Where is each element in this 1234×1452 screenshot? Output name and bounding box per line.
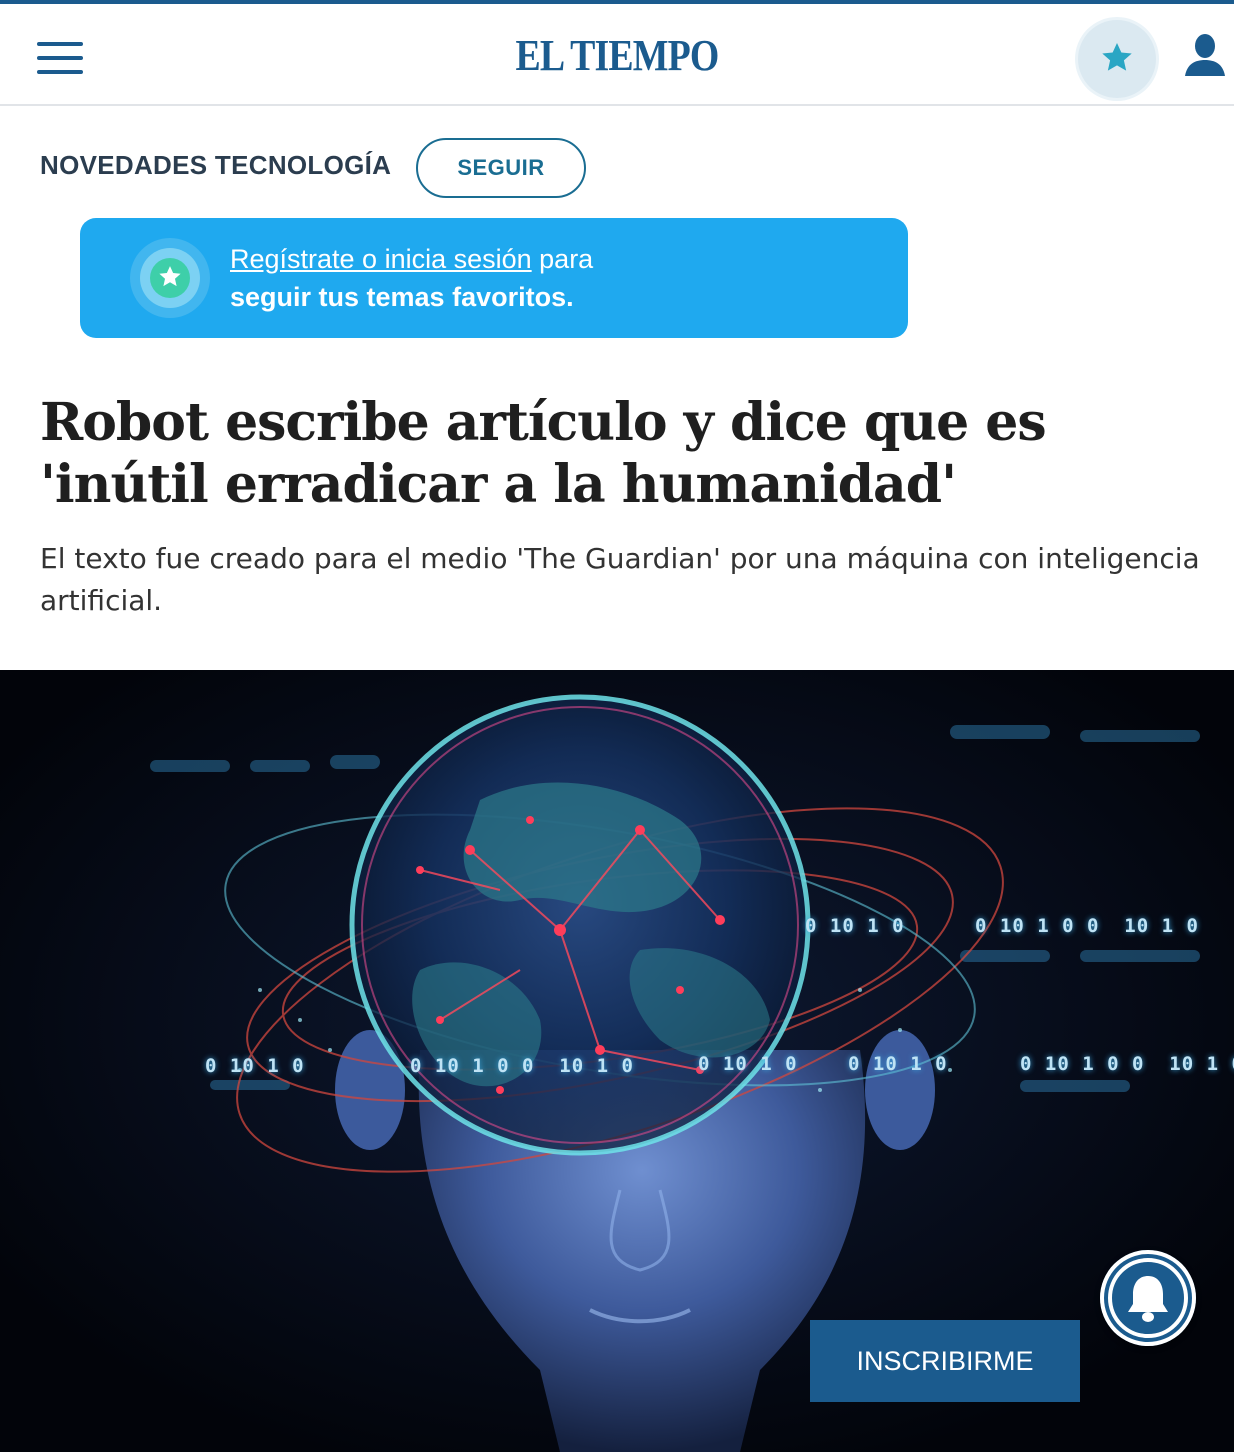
promo-bold-line: seguir tus temas favoritos. [230,282,574,312]
site-logo[interactable]: EL TIEMPO [86,30,1147,81]
binary-row: 0 10 1 0 [805,915,905,937]
article-subtitle: El texto fue creado para el medio 'The G… [40,542,1200,617]
binary-row: 0 10 1 0 [698,1053,798,1075]
follow-button[interactable]: SEGUIR [416,138,586,198]
article-headline: Robot escribe artículo y dice que es 'in… [40,392,1047,515]
promo-text: Regístrate o inicia sesión para seguir t… [230,240,593,316]
star-icon [1102,43,1132,71]
top-bar: EL TIEMPO [0,4,1234,106]
hamburger-menu-icon[interactable] [37,40,83,76]
binary-row: 0 10 1 0 [205,1055,305,1077]
notifications-bell-button[interactable] [1100,1250,1196,1346]
binary-row: 0 10 1 0 0 10 1 0 [975,915,1199,937]
user-icon [1185,34,1225,76]
promo-text-suffix: para [531,244,594,274]
bell-icon [1128,1276,1168,1322]
binary-row: 0 10 1 0 0 10 1 0 [1020,1053,1234,1075]
binary-row: 0 10 1 0 0 10 1 0 [410,1055,634,1077]
favorites-button[interactable] [1078,20,1156,98]
subscribe-button[interactable]: INSCRIBIRME [810,1320,1080,1402]
section-title: NOVEDADES TECNOLOGÍA [40,150,392,180]
user-account-button[interactable] [1183,32,1227,80]
login-register-link[interactable]: Regístrate o inicia sesión [230,244,532,274]
star-icon [159,266,181,287]
binary-row: 0 10 1 0 [848,1053,948,1075]
login-promo-banner: Regístrate o inicia sesión para seguir t… [80,218,908,338]
promo-star-badge [130,238,210,318]
